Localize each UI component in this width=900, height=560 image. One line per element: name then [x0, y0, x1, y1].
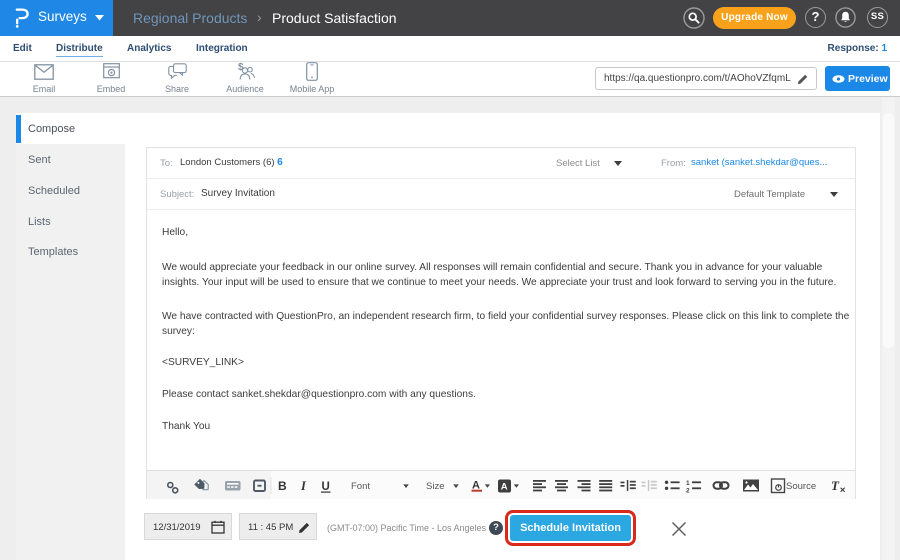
svg-text:U: U	[322, 481, 330, 493]
svg-text:2: 2	[686, 488, 690, 495]
svg-text:Font: Font	[351, 481, 370, 492]
svg-text:✕: ✕	[840, 486, 846, 495]
svg-text:A: A	[501, 482, 508, 493]
svg-text:$: $	[238, 62, 244, 73]
svg-text:Size: Size	[426, 481, 444, 492]
svg-text:1: 1	[686, 480, 690, 487]
svg-text:I: I	[300, 479, 307, 493]
svg-text:Source: Source	[786, 481, 816, 492]
svg-text:B: B	[278, 479, 287, 493]
